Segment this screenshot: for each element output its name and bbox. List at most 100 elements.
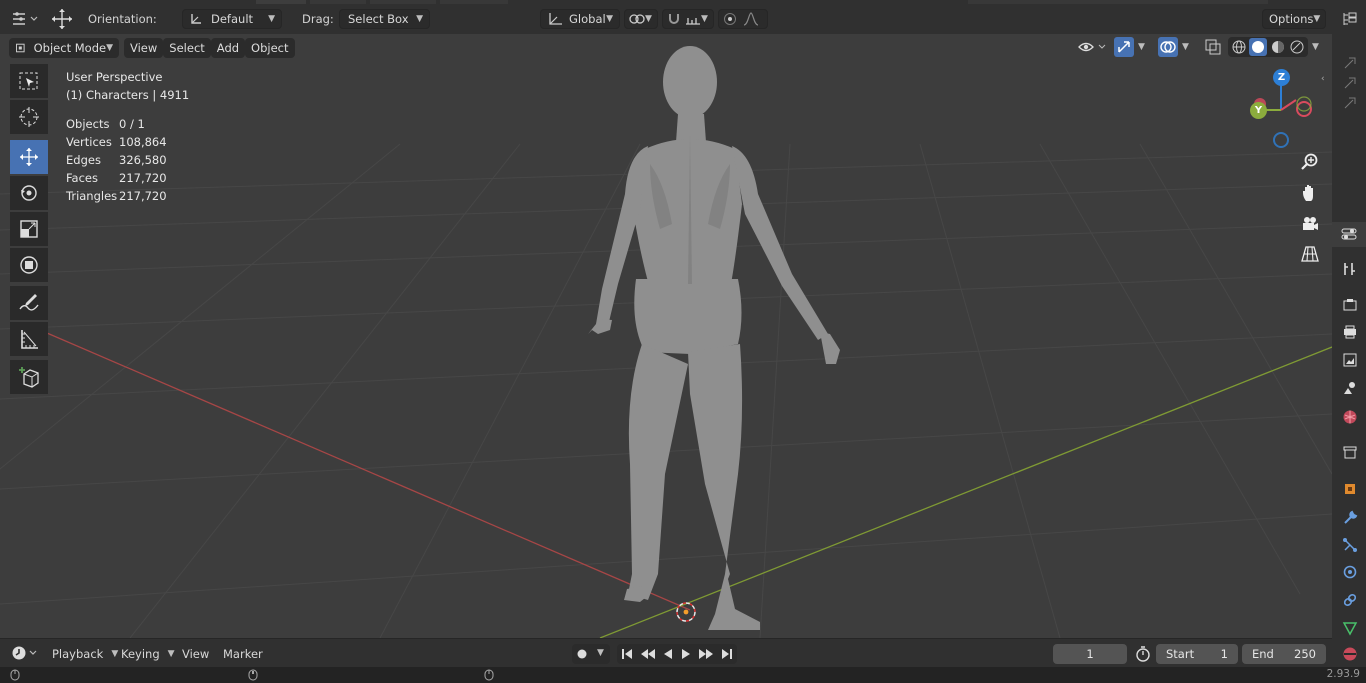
- rotate-tool[interactable]: [10, 176, 48, 210]
- select-box-tool[interactable]: [10, 64, 48, 98]
- editor-type-clock-icon[interactable]: [10, 644, 40, 662]
- material-preview-shading-icon[interactable]: [1269, 38, 1287, 56]
- constraint-properties-icon[interactable]: [1341, 591, 1359, 609]
- particle-properties-icon[interactable]: [1341, 536, 1359, 554]
- menu-object[interactable]: Object: [245, 38, 295, 58]
- chevron-down-icon[interactable]: ▼: [1182, 42, 1189, 52]
- menu-select[interactable]: Select: [163, 38, 211, 58]
- falloff-curve-icon[interactable]: [743, 12, 759, 26]
- chevron-down-icon[interactable]: ▼: [1138, 42, 1145, 52]
- restrict-toggle-icon[interactable]: [1341, 54, 1359, 72]
- prev-keyframe-icon[interactable]: [640, 648, 656, 660]
- record-dot-icon: [577, 649, 587, 659]
- version-label: 2.93.9: [1326, 668, 1360, 680]
- jump-end-icon[interactable]: [720, 648, 734, 660]
- chevron-left-icon[interactable]: ‹: [1321, 74, 1325, 84]
- output-properties-icon[interactable]: [1341, 323, 1359, 341]
- workspace-tab[interactable]: [310, 0, 366, 4]
- workspace-tab[interactable]: [370, 0, 436, 4]
- camera-icon: [1303, 217, 1318, 230]
- chevron-down-icon[interactable]: ▼: [1312, 42, 1319, 52]
- editor-type-icon[interactable]: [10, 10, 40, 28]
- jump-start-icon[interactable]: [620, 648, 634, 660]
- mouse-left-icon: [10, 669, 20, 681]
- overlays-toggle-button[interactable]: [1158, 37, 1178, 57]
- overlay-circles-icon: [1160, 41, 1176, 53]
- 3d-cursor[interactable]: [676, 602, 696, 622]
- play-reverse-icon[interactable]: [662, 648, 674, 660]
- properties-tab-bar: [1332, 0, 1366, 667]
- pan-view-button[interactable]: [1296, 179, 1324, 207]
- outliner-icon[interactable]: [1341, 10, 1359, 28]
- stat-value: 108,864: [119, 135, 167, 149]
- solid-shading-icon[interactable]: [1249, 38, 1267, 56]
- visibility-dropdown[interactable]: [1076, 38, 1110, 56]
- collection-properties-icon[interactable]: [1341, 443, 1359, 461]
- zoom-view-button[interactable]: [1296, 148, 1324, 176]
- camera-view-button[interactable]: [1296, 210, 1324, 238]
- workspace-tab[interactable]: [440, 0, 508, 4]
- workspace-tabs[interactable]: [968, 0, 1268, 4]
- sidebar-collapsed-region[interactable]: ‹: [1318, 54, 1332, 134]
- transform-tool[interactable]: [10, 248, 48, 282]
- menu-add[interactable]: Add: [210, 38, 246, 58]
- view-layer-properties-icon[interactable]: [1341, 351, 1359, 369]
- wireframe-shading-icon[interactable]: [1230, 38, 1248, 56]
- annotate-tool[interactable]: [10, 286, 48, 320]
- auto-keying-toggle[interactable]: ▼: [572, 644, 610, 664]
- tool-properties-icon[interactable]: [1341, 260, 1359, 278]
- start-frame-field[interactable]: Start 1: [1156, 644, 1238, 664]
- pivot-point-dropdown[interactable]: ▼: [624, 9, 658, 29]
- add-cube-tool[interactable]: [10, 360, 48, 394]
- character-mesh[interactable]: [588, 46, 840, 630]
- proportional-editing-controls[interactable]: [718, 9, 768, 29]
- material-properties-icon[interactable]: [1341, 645, 1359, 663]
- move-tool[interactable]: [10, 140, 48, 174]
- restrict-toggle-icon[interactable]: [1341, 94, 1359, 112]
- workspace-tab-active[interactable]: [256, 0, 306, 4]
- transform-orientation-dropdown[interactable]: Global ▼: [540, 9, 620, 29]
- playback-menu[interactable]: Playback ▼: [46, 645, 118, 663]
- object-properties-icon[interactable]: [1341, 480, 1359, 498]
- next-keyframe-icon[interactable]: [698, 648, 714, 660]
- perspective-toggle-button[interactable]: [1296, 240, 1324, 268]
- properties-tab-active[interactable]: [1332, 222, 1366, 247]
- navigation-gizmo[interactable]: Z Y: [1240, 64, 1320, 154]
- current-frame-field[interactable]: 1: [1053, 644, 1127, 664]
- measure-tool[interactable]: [10, 322, 48, 356]
- keying-menu[interactable]: Keying ▼: [117, 645, 175, 663]
- gizmo-z-axis[interactable]: Z: [1273, 69, 1290, 86]
- stopwatch-icon[interactable]: [1134, 645, 1152, 663]
- end-label: End: [1252, 647, 1274, 661]
- snap-magnet-icon[interactable]: [667, 12, 681, 26]
- rendered-shading-icon[interactable]: [1288, 38, 1306, 56]
- gizmo-toggle-button[interactable]: [1114, 37, 1134, 57]
- play-icon[interactable]: [680, 648, 692, 660]
- snap-controls[interactable]: ▼: [662, 9, 714, 29]
- xray-toggle-icon[interactable]: [1204, 38, 1222, 56]
- gizmo-y-axis[interactable]: Y: [1250, 102, 1267, 119]
- scene-properties-icon[interactable]: [1341, 379, 1359, 397]
- menu-view[interactable]: View: [124, 38, 164, 58]
- restrict-toggle-icon[interactable]: [1341, 74, 1359, 92]
- mode-dropdown[interactable]: Object Mode ▼: [9, 38, 119, 58]
- timeline-view-menu[interactable]: View: [182, 645, 209, 663]
- select-box-icon: [19, 72, 38, 90]
- data-properties-icon[interactable]: [1341, 619, 1359, 637]
- cursor-tool[interactable]: [10, 100, 48, 134]
- marker-menu[interactable]: Marker: [223, 645, 263, 663]
- scale-tool[interactable]: [10, 212, 48, 246]
- orientation-dropdown[interactable]: Default ▼: [182, 9, 282, 29]
- options-dropdown[interactable]: Options ▼: [1262, 9, 1326, 29]
- proportional-edit-icon[interactable]: [723, 12, 737, 26]
- physics-properties-icon[interactable]: [1341, 563, 1359, 581]
- 3d-viewport[interactable]: Object Mode ▼ View Select Add Object ▼ ▼…: [0, 34, 1332, 638]
- drag-dropdown[interactable]: Select Box ▼: [339, 9, 430, 29]
- stat-row: Triangles 217,720: [66, 187, 189, 205]
- snap-increment-icon[interactable]: [685, 12, 701, 26]
- world-properties-icon[interactable]: [1341, 408, 1359, 426]
- render-properties-icon[interactable]: [1341, 296, 1359, 314]
- end-frame-field[interactable]: End 250: [1242, 644, 1326, 664]
- stat-value: 0 / 1: [119, 117, 145, 131]
- modifier-properties-icon[interactable]: [1341, 508, 1359, 526]
